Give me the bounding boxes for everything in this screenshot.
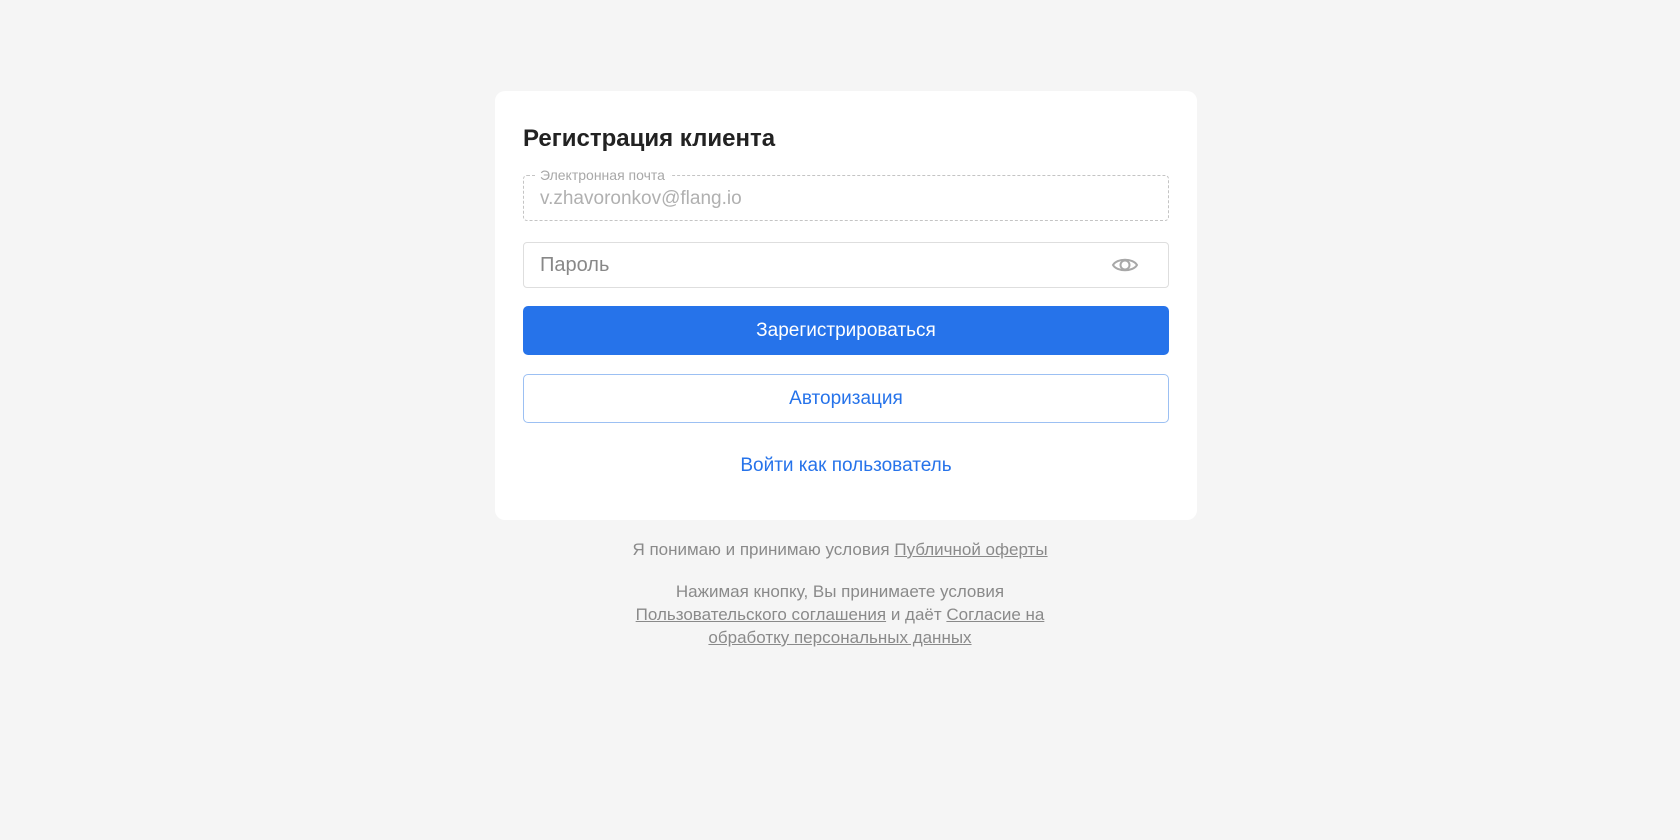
password-placeholder: Пароль xyxy=(540,254,610,276)
login-button[interactable]: Авторизация xyxy=(523,374,1169,423)
consent-text-start: Нажимая кнопку, Вы принимаете условия xyxy=(675,582,1005,601)
register-button[interactable]: Зарегистрироваться xyxy=(523,306,1169,355)
offer-text: Я понимаю и принимаю условия xyxy=(632,540,890,559)
consent-notice: Нажимая кнопку, Вы принимаете условия По… xyxy=(615,580,1065,649)
offer-notice: Я понимаю и принимаю условия Публичной о… xyxy=(615,538,1065,561)
user-login-link[interactable]: Войти как пользователь xyxy=(495,455,1197,477)
eye-icon[interactable] xyxy=(1111,253,1139,277)
agreement-link[interactable]: Пользовательского соглашения xyxy=(636,605,886,624)
email-field[interactable]: Электронная почта v.zhavoronkov@flang.io xyxy=(523,167,1169,221)
page-title: Регистрация клиента xyxy=(523,125,776,152)
email-field-value: v.zhavoronkov@flang.io xyxy=(540,188,742,209)
consent-text-mid: и даёт xyxy=(890,605,942,624)
registration-card: Регистрация клиента Электронная почта v.… xyxy=(495,91,1197,520)
password-field[interactable]: Пароль xyxy=(523,242,1169,288)
offer-link[interactable]: Публичной оферты xyxy=(894,540,1047,559)
email-field-label: Электронная почта xyxy=(535,167,670,183)
